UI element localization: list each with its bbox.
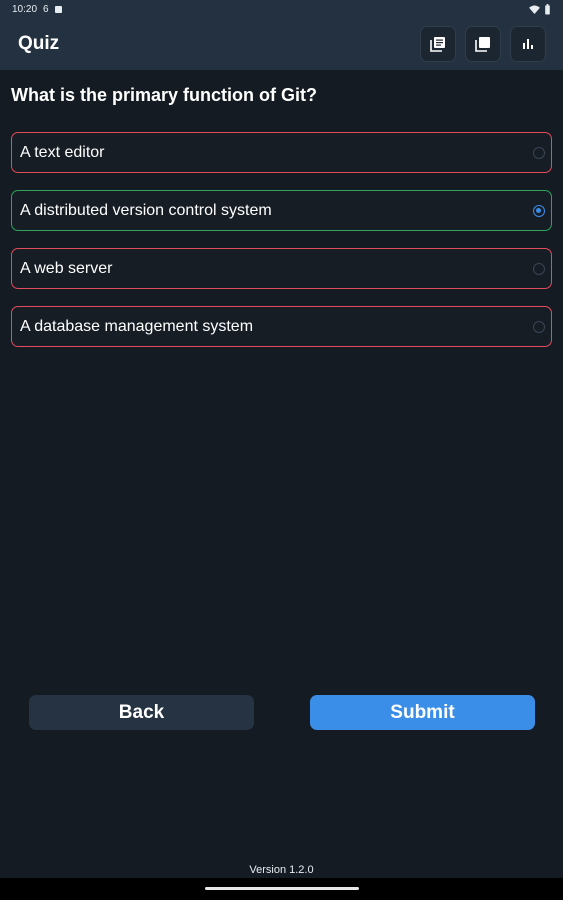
question-text: What is the primary function of Git? <box>11 85 317 105</box>
app-bar: Quiz <box>0 18 563 70</box>
radio-button-selected[interactable] <box>533 204 545 217</box>
stats-button[interactable] <box>510 26 546 62</box>
navigation-bar <box>0 878 563 900</box>
copy-button[interactable] <box>465 26 501 62</box>
radio-button[interactable] <box>533 262 545 275</box>
status-right <box>529 3 551 15</box>
option-1[interactable]: A text editor <box>11 132 552 173</box>
answer-options: A text editor A distributed version cont… <box>11 132 552 364</box>
library-button[interactable] <box>420 26 456 62</box>
submit-button[interactable]: Submit <box>310 695 535 730</box>
option-3[interactable]: A web server <box>11 248 552 289</box>
app-bar-actions <box>420 26 546 62</box>
page-title: Quiz <box>18 33 60 54</box>
option-2[interactable]: A distributed version control system <box>11 190 552 231</box>
option-label: A text editor <box>20 143 105 161</box>
radio-button[interactable] <box>533 320 545 333</box>
option-label: A database management system <box>20 317 254 335</box>
copy-icon <box>475 37 490 52</box>
option-label: A web server <box>20 259 113 277</box>
status-time: 10:20 <box>12 3 38 15</box>
notification-icon <box>54 5 62 13</box>
option-4[interactable]: A database management system <box>11 306 552 347</box>
option-label: A distributed version control system <box>20 201 272 219</box>
battery-icon <box>545 3 550 15</box>
library-icon <box>430 37 445 52</box>
status-bar: 10:20 6 <box>0 0 563 18</box>
wifi-icon <box>529 4 540 14</box>
bar-chart-icon <box>523 39 533 49</box>
status-left: 10:20 6 <box>12 4 62 15</box>
status-extra: 6 <box>43 3 49 15</box>
back-button[interactable]: Back <box>29 695 254 730</box>
home-handle[interactable] <box>205 887 359 890</box>
radio-button[interactable] <box>533 146 545 159</box>
version-label: Version 1.2.0 <box>249 864 314 876</box>
